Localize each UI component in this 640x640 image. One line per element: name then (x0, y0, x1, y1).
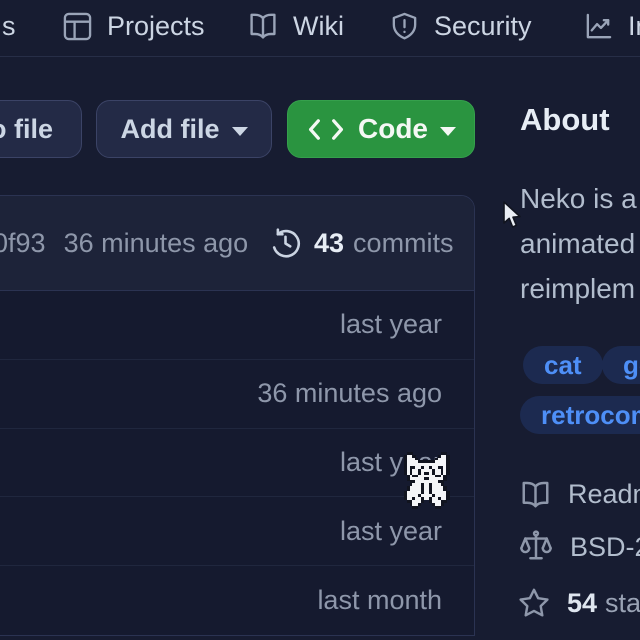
stars-link[interactable]: 54 stars (517, 586, 640, 620)
tab-security-label: Security (434, 11, 532, 42)
about-description-line: Neko is a (520, 183, 637, 215)
stars-label: stars (605, 588, 640, 618)
history-clock-icon (269, 227, 302, 260)
nav-item-fragment[interactable]: s (2, 6, 16, 46)
star-icon (517, 586, 551, 620)
latest-commit-info[interactable]: 0f93 36 minutes ago (0, 196, 248, 291)
file-row-time: last month (317, 585, 442, 616)
star-count: 54 (567, 588, 597, 618)
about-description-line: reimplem (520, 273, 635, 305)
file-row-time: last year (340, 516, 442, 547)
code-label: Code (358, 113, 428, 145)
table-icon (62, 11, 93, 42)
file-row-time: 36 minutes ago (257, 378, 442, 409)
go-to-file-label: o file (0, 114, 53, 145)
readme-link[interactable]: Readme (519, 478, 640, 511)
topic-label: cat (544, 350, 582, 381)
add-file-label: Add file (121, 114, 220, 145)
chevron-down-icon (440, 127, 456, 136)
license-link[interactable]: BSD-2-Clause license (518, 528, 640, 566)
graph-icon (583, 11, 614, 42)
topic-label: retrocomputing (541, 400, 640, 431)
nav-fragment-label: s (2, 11, 16, 42)
code-brackets-icon (306, 117, 346, 142)
about-heading: About (520, 102, 610, 138)
chevron-down-icon (232, 127, 248, 136)
file-row[interactable]: last year (0, 497, 474, 566)
topic-label: golang (623, 350, 640, 381)
commit-history-link[interactable]: 43 commits (269, 196, 454, 291)
repo-tab-bar: s Projects Wiki Security Insights (0, 0, 640, 57)
commit-count: 43 (314, 228, 344, 259)
shield-exclamation-icon (389, 11, 420, 42)
mouse-cursor (502, 201, 524, 236)
file-row[interactable]: last year (0, 429, 474, 498)
github-repo-page: { "nav": { "items": [ { "label": "s", "i… (0, 0, 640, 640)
tab-insights[interactable]: Insights (583, 6, 640, 46)
commit-hash[interactable]: 0f93 (0, 228, 46, 259)
tab-projects[interactable]: Projects (62, 6, 205, 46)
stars-text: 54 stars (567, 588, 640, 619)
add-file-button[interactable]: Add file (96, 100, 272, 158)
go-to-file-button[interactable]: o file (0, 100, 82, 158)
topic-tag-retrocomputing[interactable]: retrocomputing (520, 396, 640, 434)
license-label: BSD-2-Clause license (570, 532, 640, 563)
commits-label: commits (353, 228, 454, 259)
tab-insights-label: Insights (628, 11, 640, 42)
code-button[interactable]: Code (287, 100, 475, 158)
book-icon (519, 478, 552, 511)
file-row[interactable]: 36 minutes ago (0, 360, 474, 429)
tab-projects-label: Projects (107, 11, 205, 42)
file-row[interactable]: last month (0, 566, 474, 635)
book-icon (247, 10, 279, 42)
commit-time: 36 minutes ago (64, 228, 249, 259)
law-scales-icon (518, 528, 554, 566)
readme-label: Readme (568, 479, 640, 510)
latest-commit-bar: 0f93 36 minutes ago 43 commits (0, 196, 474, 291)
tab-wiki-label: Wiki (293, 11, 344, 42)
file-row[interactable]: last year (0, 291, 474, 360)
file-list-panel: 0f93 36 minutes ago 43 commits last year… (0, 195, 475, 636)
tab-security[interactable]: Security (389, 6, 532, 46)
topic-tag-golang[interactable]: golang (602, 346, 640, 384)
tab-wiki[interactable]: Wiki (247, 6, 344, 46)
neko-cat-sprite (404, 452, 449, 508)
file-row-time: last year (340, 309, 442, 340)
topic-tag-cat[interactable]: cat (523, 346, 603, 384)
about-description-line: animated (520, 228, 635, 260)
